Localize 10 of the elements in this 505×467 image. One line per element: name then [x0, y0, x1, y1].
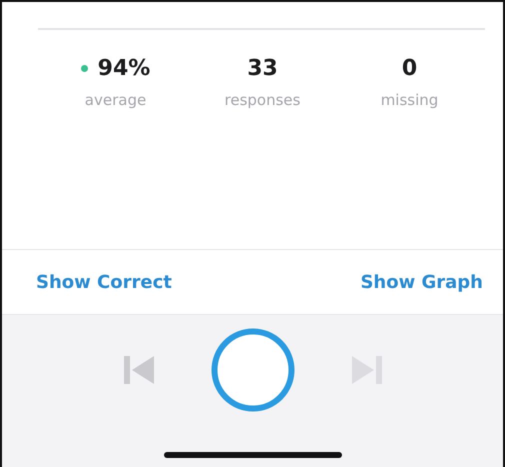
stat-label: missing: [380, 91, 438, 109]
action-link[interactable]: Show Correct: [36, 272, 172, 292]
stat-label: responses: [224, 91, 300, 109]
skip-back-icon[interactable]: [122, 355, 154, 385]
action-link[interactable]: Show Graph: [360, 272, 483, 292]
stat-value: 33: [247, 56, 278, 81]
stat-value: 0: [402, 56, 418, 81]
stat-value: 94%: [98, 56, 150, 81]
play-circle-icon[interactable]: [210, 327, 296, 413]
stat-label: average: [84, 91, 146, 109]
